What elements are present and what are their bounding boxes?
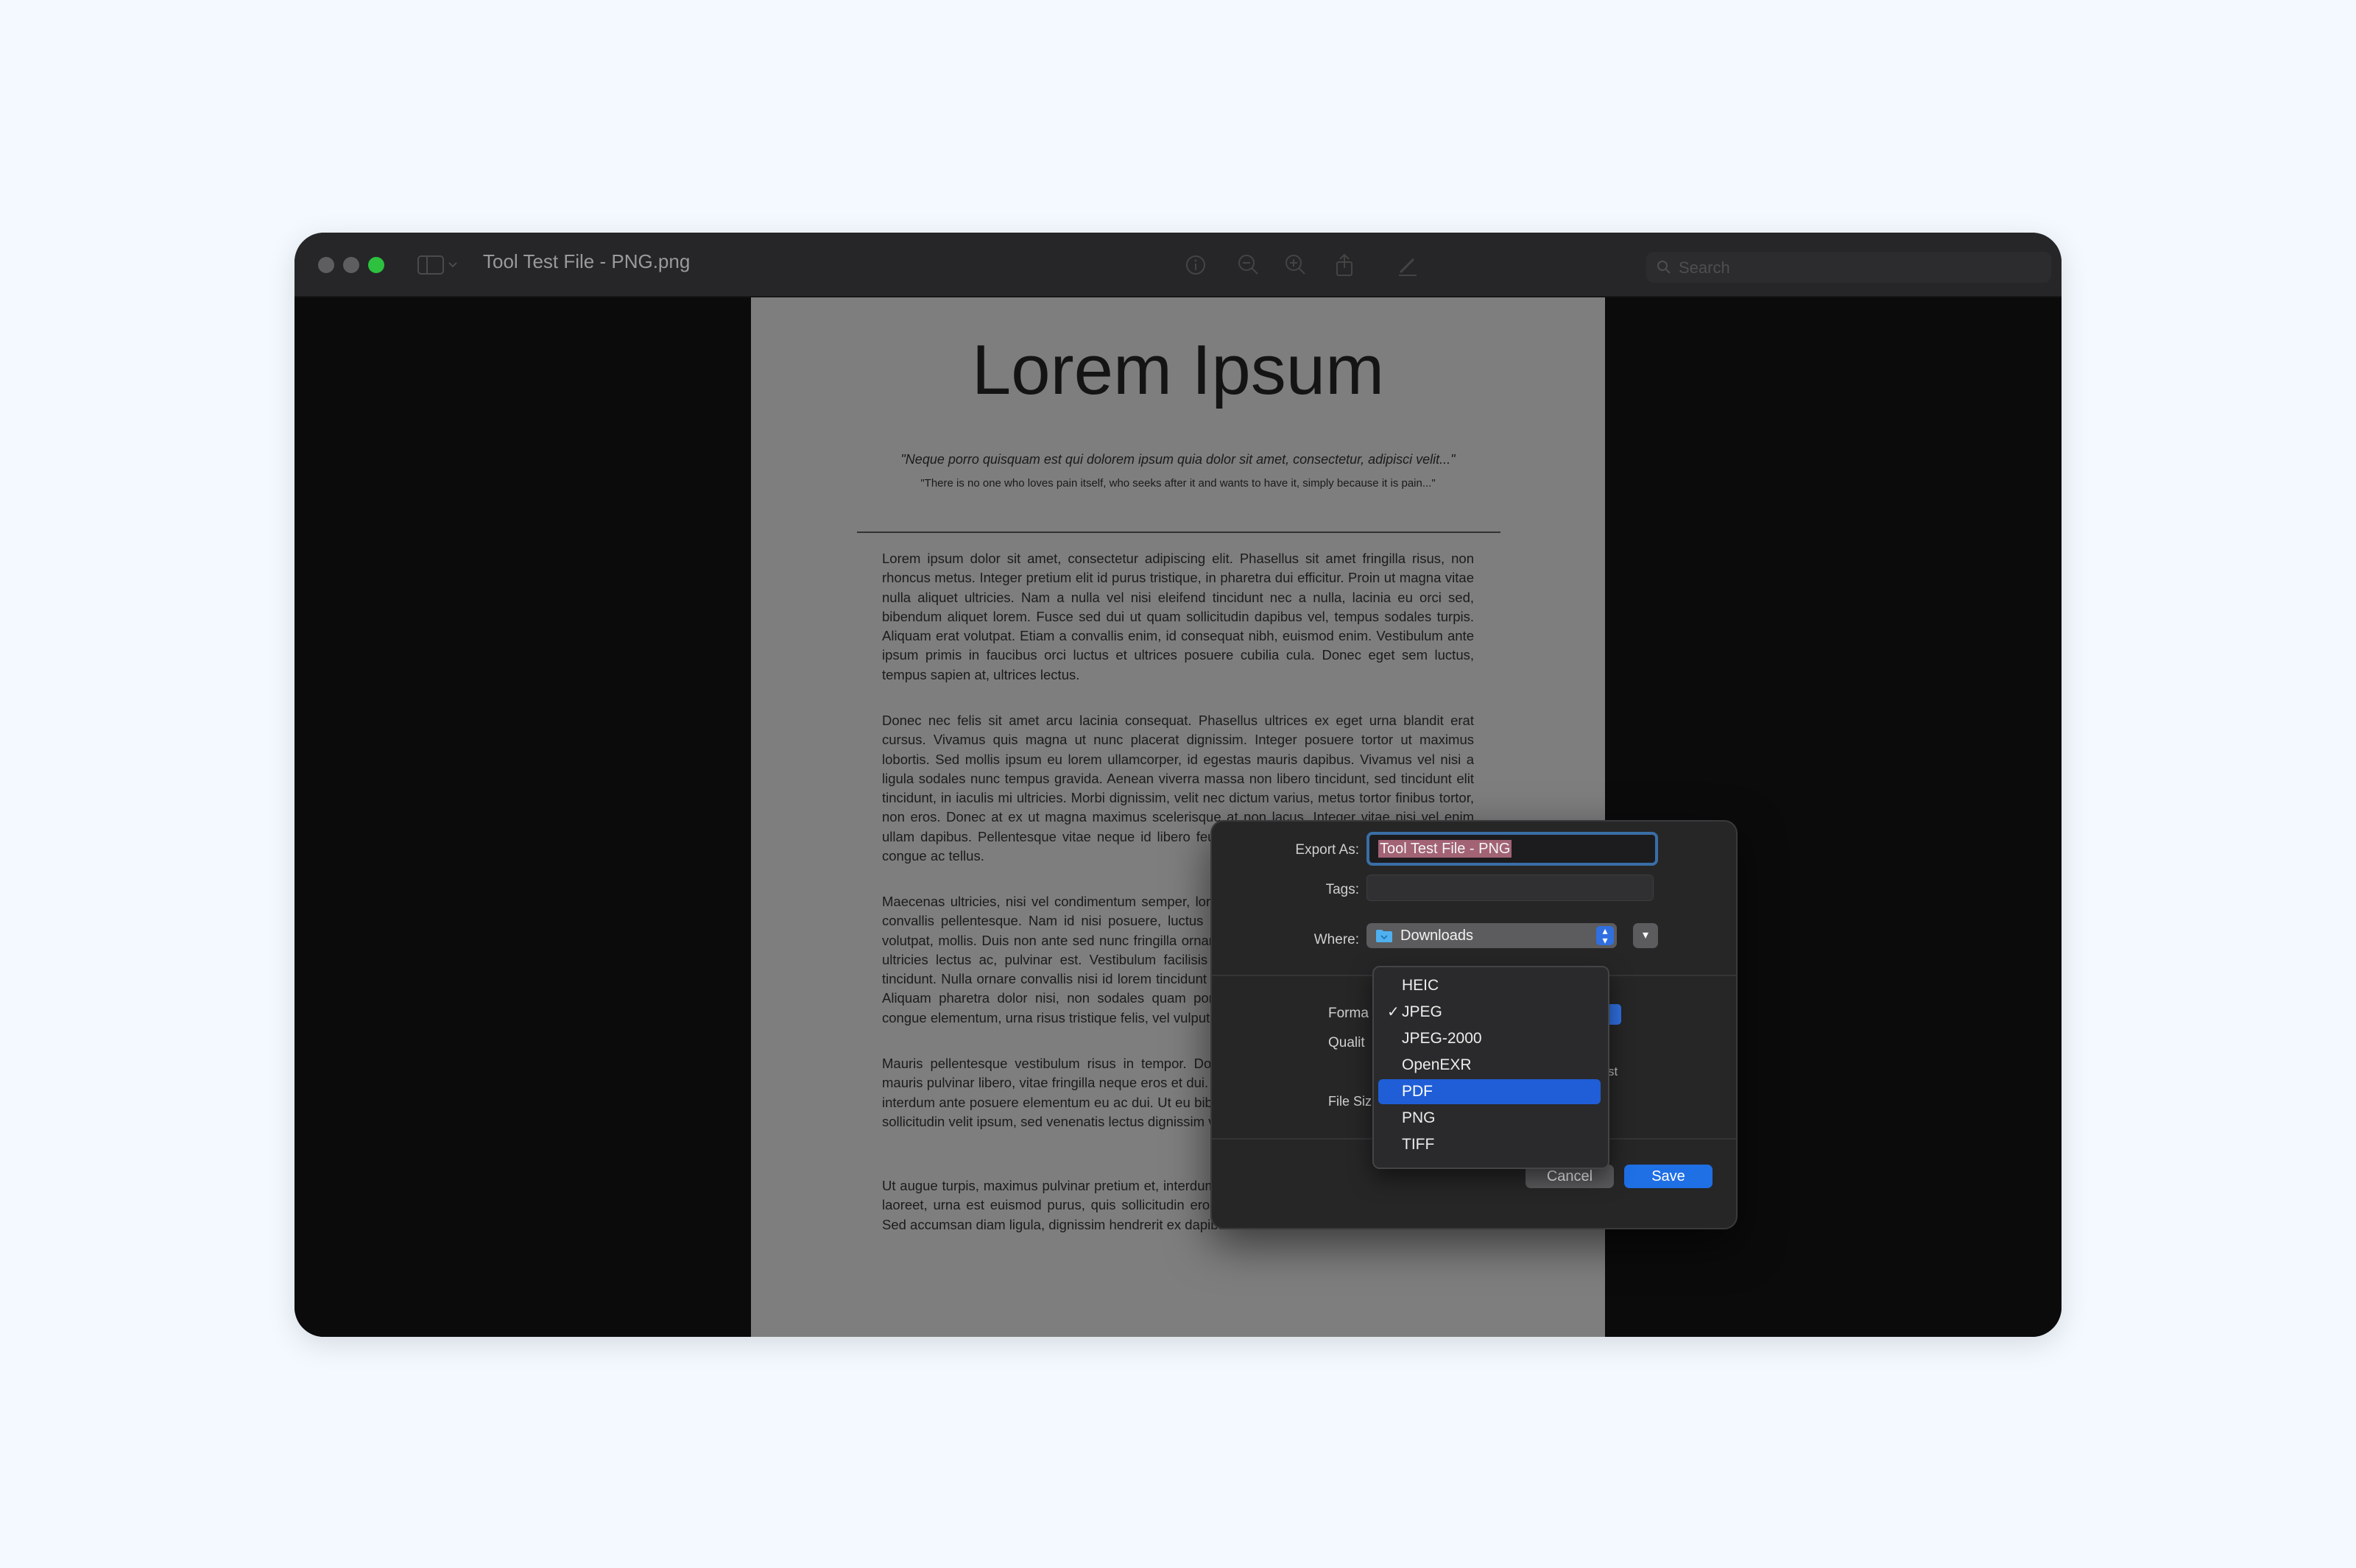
document-quote-translation: "There is no one who loves pain itself, … xyxy=(920,477,1436,490)
tags-field[interactable] xyxy=(1366,875,1654,901)
window-title: Tool Test File - PNG.png xyxy=(483,250,691,272)
share-icon[interactable] xyxy=(1331,252,1358,278)
save-button[interactable]: Save xyxy=(1624,1165,1713,1188)
folder-icon xyxy=(1375,929,1393,943)
export-as-field[interactable]: Tool Test File - PNG xyxy=(1366,832,1658,866)
format-option-label: JPEG-2000 xyxy=(1402,1030,1482,1047)
document-paragraph: Lorem ipsum dolor sit amet, consectetur … xyxy=(882,551,1474,682)
format-option-jpeg-2000[interactable]: JPEG-2000 xyxy=(1378,1026,1601,1051)
document-title: Lorem Ipsum xyxy=(971,331,1385,409)
export-as-selected-text: Tool Test File - PNG xyxy=(1378,840,1512,858)
up-down-chevron-icon: ▴ ▾ xyxy=(1596,925,1614,945)
format-option-label: JPEG xyxy=(1402,1003,1442,1020)
chevron-down-icon: ▾ xyxy=(1642,929,1649,942)
format-option-label: OpenEXR xyxy=(1402,1056,1472,1073)
format-dropdown-menu: HEIC ✓ JPEG JPEG-2000 OpenEXR PDF PNG TI… xyxy=(1372,966,1609,1169)
format-option-label: PDF xyxy=(1402,1083,1433,1100)
document-viewport: Lorem Ipsum "Neque porro quisquam est qu… xyxy=(294,297,2062,1337)
minimize-window-button[interactable] xyxy=(343,257,359,273)
format-option-openexr[interactable]: OpenEXR xyxy=(1378,1053,1601,1078)
close-window-button[interactable] xyxy=(318,257,334,273)
zoom-window-button[interactable] xyxy=(368,257,384,273)
format-label: Forma xyxy=(1328,1006,1369,1021)
expand-browser-button[interactable]: ▾ xyxy=(1633,923,1658,948)
document-divider xyxy=(857,532,1500,533)
format-option-label: HEIC xyxy=(1402,977,1439,994)
format-option-jpeg[interactable]: ✓ JPEG xyxy=(1378,1000,1601,1025)
format-option-tiff[interactable]: TIFF xyxy=(1378,1132,1601,1157)
file-size-label: File Siz xyxy=(1328,1094,1372,1109)
where-location-popup[interactable]: Downloads ▴ ▾ xyxy=(1366,923,1617,948)
markup-pen-icon[interactable] xyxy=(1394,252,1421,278)
export-as-label: Export As: xyxy=(1295,842,1359,858)
preview-window: Tool Test File - PNG.png Search Lorem Ip… xyxy=(294,233,2062,1337)
checkmark-icon: ✓ xyxy=(1387,1004,1400,1020)
search-input[interactable] xyxy=(1677,256,2034,280)
zoom-out-icon[interactable] xyxy=(1235,252,1262,278)
tags-label: Tags: xyxy=(1325,882,1359,897)
document-quote: "Neque porro quisquam est qui dolorem ip… xyxy=(900,452,1456,467)
where-label: Where: xyxy=(1313,932,1359,947)
format-option-pdf[interactable]: PDF xyxy=(1378,1079,1601,1104)
info-icon[interactable] xyxy=(1182,252,1209,278)
format-option-label: PNG xyxy=(1402,1109,1436,1126)
format-option-heic[interactable]: HEIC xyxy=(1378,973,1601,998)
format-option-png[interactable]: PNG xyxy=(1378,1106,1601,1131)
quality-label: Qualit xyxy=(1328,1035,1365,1050)
where-value: Downloads xyxy=(1400,928,1473,944)
sidebar-toggle-icon[interactable] xyxy=(417,253,464,277)
format-option-label: TIFF xyxy=(1402,1136,1435,1153)
zoom-in-icon[interactable] xyxy=(1283,252,1309,278)
search-icon xyxy=(1655,258,1673,276)
title-bar: Tool Test File - PNG.png xyxy=(294,233,2062,297)
search-field[interactable] xyxy=(1646,252,2051,283)
